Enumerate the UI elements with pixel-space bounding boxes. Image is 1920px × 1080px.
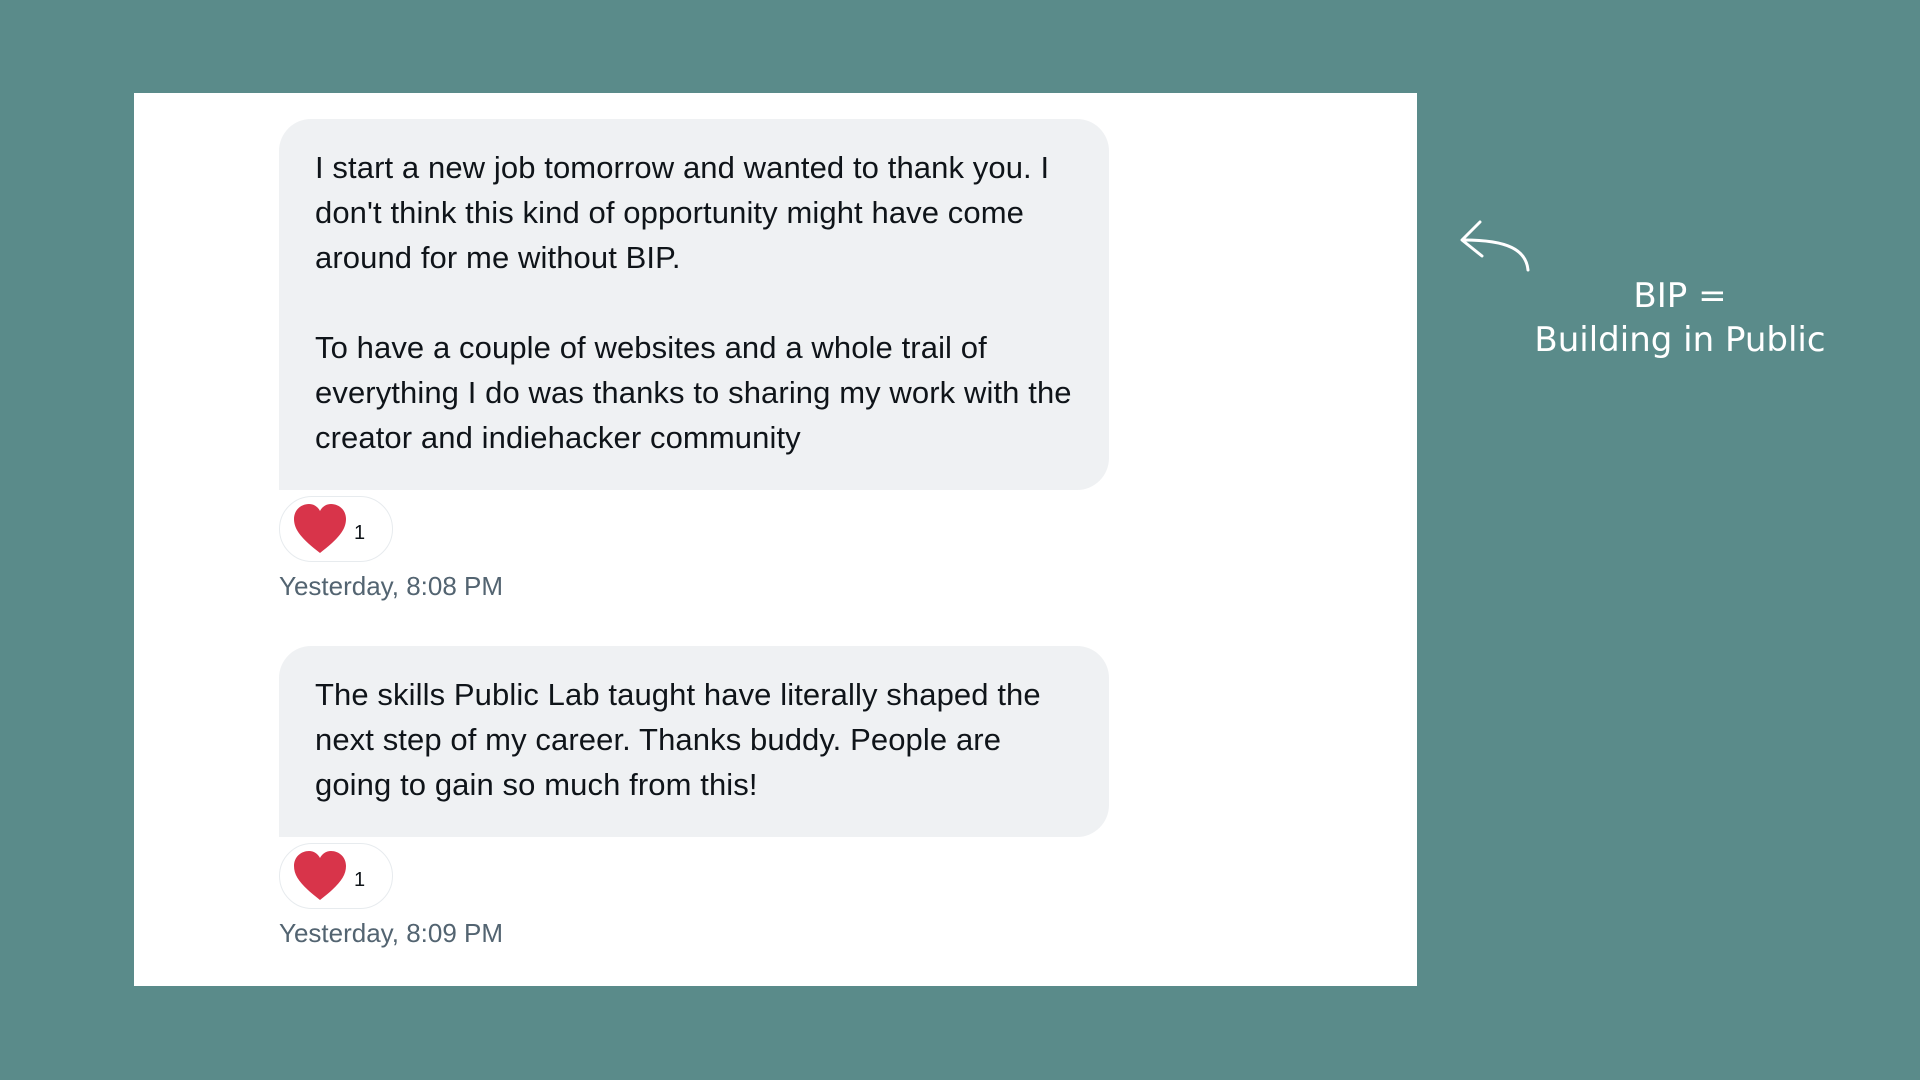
message-text: The skills Public Lab taught have litera… xyxy=(315,677,1041,802)
message-2: The skills Public Lab taught have litera… xyxy=(279,646,1109,949)
annotation-line-2: Building in Public xyxy=(1534,320,1826,360)
reaction-count: 1 xyxy=(354,868,366,891)
message-text: To have a couple of websites and a whole… xyxy=(315,330,1072,455)
message-bubble[interactable]: The skills Public Lab taught have litera… xyxy=(279,646,1109,837)
message-text: I start a new job tomorrow and wanted to… xyxy=(315,150,1050,275)
message-1: I start a new job tomorrow and wanted to… xyxy=(279,119,1109,602)
reaction-count: 1 xyxy=(354,521,366,544)
reaction-badge[interactable]: 1 xyxy=(279,843,393,909)
heart-icon xyxy=(294,851,346,900)
curved-arrow-icon xyxy=(1460,220,1530,272)
heart-icon xyxy=(294,504,346,553)
message-bubble[interactable]: I start a new job tomorrow and wanted to… xyxy=(279,119,1109,490)
message-timestamp: Yesterday, 8:09 PM xyxy=(279,918,504,948)
bip-annotation: BIP = Building in Public xyxy=(1520,274,1840,362)
message-timestamp: Yesterday, 8:08 PM xyxy=(279,571,504,601)
reaction-badge[interactable]: 1 xyxy=(279,496,393,562)
dm-conversation-panel: I start a new job tomorrow and wanted to… xyxy=(134,93,1417,986)
annotation-line-1: BIP = xyxy=(1633,276,1727,316)
